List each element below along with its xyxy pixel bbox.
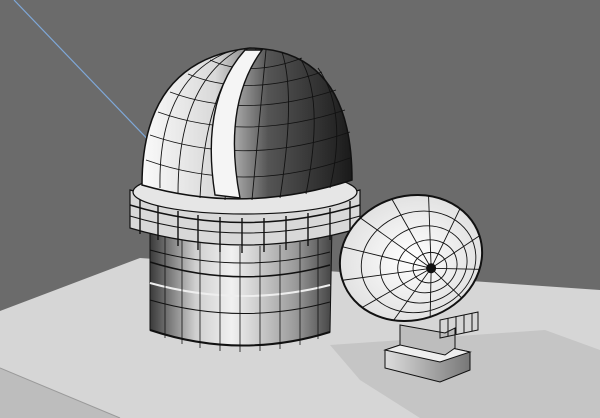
scene-canvas[interactable] [0,0,600,418]
3d-viewport[interactable] [0,0,600,418]
